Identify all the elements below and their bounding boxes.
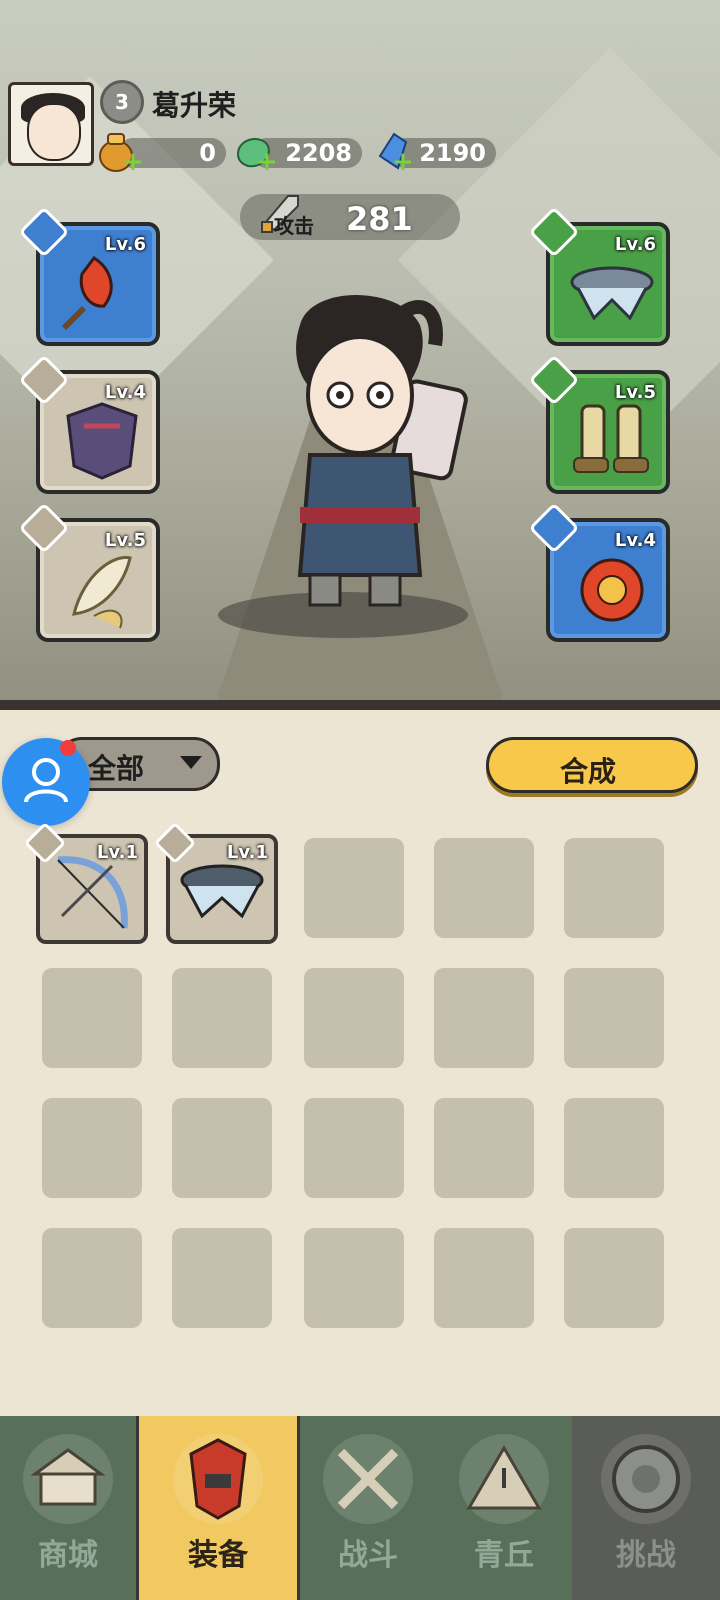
equip-slot-weapon[interactable]: Lv.6 (18, 206, 160, 346)
belt-icon (570, 266, 654, 321)
empty-slot[interactable] (172, 1228, 272, 1328)
empty-slot[interactable] (304, 1228, 404, 1328)
empty-slot[interactable] (434, 968, 534, 1068)
boots-icon (573, 404, 649, 473)
charm-icon (580, 558, 644, 622)
inventory-item[interactable]: Lv.1 (23, 821, 148, 944)
tab-qingqiu[interactable]: 青丘 (436, 1416, 572, 1600)
empty-slot[interactable] (304, 1098, 404, 1198)
attack-label: 攻击 (274, 214, 314, 238)
mountain-icon (459, 1434, 549, 1524)
empty-slot[interactable] (42, 968, 142, 1068)
crossed-swords-icon (323, 1434, 413, 1524)
tab-label: 青丘 (474, 1538, 534, 1573)
empty-slot[interactable] (304, 838, 404, 938)
hero-character (250, 285, 470, 625)
player-avatar[interactable] (8, 82, 94, 166)
empty-slot[interactable] (564, 838, 664, 938)
equip-slot-belt[interactable]: Lv.6 (528, 206, 670, 346)
empty-slot[interactable] (304, 968, 404, 1068)
filter-label: 全部 (88, 752, 145, 785)
add-crystal-icon[interactable]: + (392, 149, 414, 175)
inventory-item[interactable]: Lv.1 (153, 821, 278, 944)
empty-slot[interactable] (564, 1098, 664, 1198)
tab-challenge[interactable]: 挑战 (572, 1416, 720, 1600)
notification-dot (60, 740, 76, 756)
add-gold-icon[interactable]: + (122, 149, 144, 175)
chevron-down-icon (180, 756, 202, 769)
player-name: 葛升荣 (152, 90, 237, 121)
attack-value: 281 (346, 200, 413, 238)
empty-slot[interactable] (434, 838, 534, 938)
armor-icon (66, 402, 138, 480)
empty-slot[interactable] (434, 1228, 534, 1328)
tab-label: 挑战 (616, 1538, 676, 1573)
tab-label: 战斗 (338, 1538, 398, 1573)
equip-slot-accessory[interactable]: Lv.5 (18, 502, 160, 642)
shop-icon (23, 1434, 113, 1524)
feather-wrap-icon (72, 556, 132, 629)
synthesize-label: 合成 (560, 755, 617, 788)
tab-label: 商城 (38, 1538, 98, 1573)
empty-slot[interactable] (42, 1228, 142, 1328)
player-level-badge: 3 (100, 80, 144, 124)
empty-slot[interactable] (42, 1098, 142, 1198)
tab-shop[interactable]: 商城 (0, 1416, 136, 1600)
empty-slot[interactable] (172, 968, 272, 1068)
empty-slot[interactable] (564, 968, 664, 1068)
equipment-icon (173, 1434, 263, 1524)
tab-equipment[interactable]: 装备 (136, 1416, 300, 1600)
empty-slot[interactable] (564, 1228, 664, 1328)
avatar-face (27, 103, 81, 161)
equip-slot-charm[interactable]: Lv.4 (528, 502, 670, 642)
floating-user-button[interactable] (2, 738, 90, 826)
tab-label: 装备 (188, 1538, 248, 1573)
user-icon (24, 758, 68, 803)
tab-battle[interactable]: 战斗 (300, 1416, 436, 1600)
belt-icon (180, 864, 264, 919)
scene-divider (0, 700, 720, 710)
bow-icon (57, 856, 128, 929)
equip-slot-armor[interactable]: Lv.4 (18, 354, 160, 494)
empty-slot[interactable] (434, 1098, 534, 1198)
challenge-orb-icon (601, 1434, 691, 1524)
equip-slot-boots[interactable]: Lv.5 (528, 354, 670, 494)
flame-flower-icon (61, 255, 113, 331)
empty-slot[interactable] (172, 1098, 272, 1198)
add-jade-icon[interactable]: + (256, 149, 278, 175)
